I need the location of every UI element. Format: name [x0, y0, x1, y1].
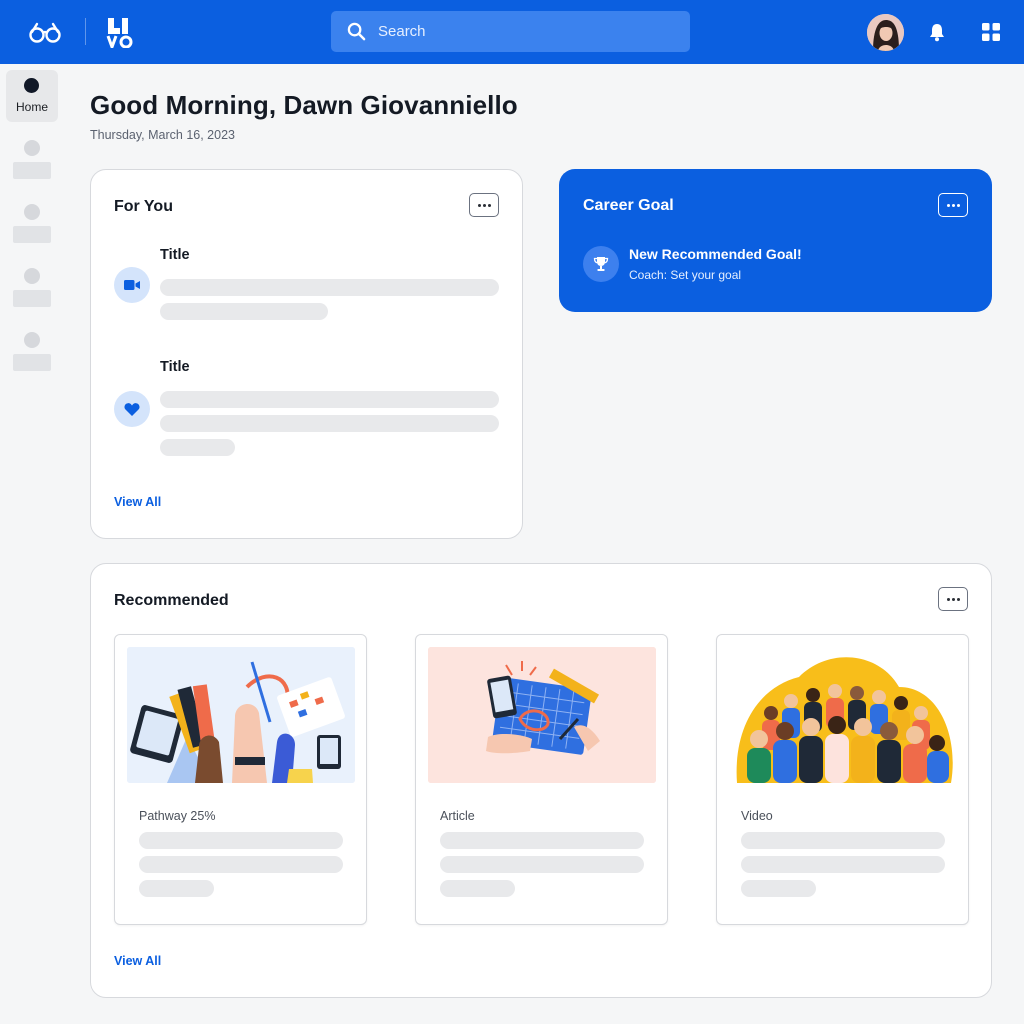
- page-date: Thursday, March 16, 2023: [90, 128, 235, 142]
- user-avatar[interactable]: [867, 14, 904, 51]
- career-goal-card: Career Goal New Recommended Goal! Coach:…: [559, 169, 992, 312]
- apps-grid-icon[interactable]: [982, 23, 1000, 41]
- for-you-title: For You: [114, 198, 173, 215]
- content-placeholder: [160, 439, 235, 456]
- for-you-more-button[interactable]: [469, 193, 499, 217]
- content-placeholder: [160, 391, 499, 408]
- glasses-logo-icon[interactable]: [28, 18, 62, 46]
- goal-title[interactable]: New Recommended Goal!: [629, 246, 802, 262]
- bell-icon[interactable]: [927, 22, 947, 42]
- search-icon: [347, 22, 366, 41]
- search-placeholder: Search: [378, 23, 426, 40]
- sidebar-item-home[interactable]: Home: [6, 70, 58, 122]
- pathway-illustration: [127, 647, 355, 783]
- content-placeholder: [139, 880, 214, 897]
- career-goal-title: Career Goal: [583, 197, 674, 214]
- content-placeholder: [160, 279, 499, 296]
- topbar-divider: [85, 18, 86, 45]
- video-camera-icon: [114, 267, 150, 303]
- recommended-more-button[interactable]: [938, 587, 968, 611]
- content-placeholder: [741, 832, 945, 849]
- recommended-title: Recommended: [114, 592, 229, 609]
- video-illustration: [729, 647, 957, 783]
- goal-subtitle: Coach: Set your goal: [629, 268, 742, 282]
- recommended-item-type: Pathway 25%: [139, 809, 216, 823]
- content-placeholder: [139, 856, 343, 873]
- for-you-item-title: Title: [160, 247, 190, 263]
- sidebar-item-placeholder[interactable]: [13, 268, 51, 307]
- for-you-view-all-link[interactable]: View All: [114, 495, 161, 509]
- for-you-card: For You Title Title View All: [90, 169, 523, 539]
- career-goal-more-button[interactable]: [938, 193, 968, 217]
- home-icon: [24, 78, 39, 93]
- recommended-card: Recommended Pathway 25% Article Video Vi…: [90, 563, 992, 998]
- recommended-item-type: Video: [741, 809, 773, 823]
- sidebar-item-label: Home: [15, 100, 48, 114]
- page-title: Good Morning, Dawn Giovanniello: [90, 90, 518, 120]
- search-input[interactable]: Search: [331, 11, 690, 52]
- live-logo-icon[interactable]: [106, 16, 138, 48]
- content-placeholder: [139, 832, 343, 849]
- content-placeholder: [440, 832, 644, 849]
- top-bar: Search: [0, 0, 1024, 64]
- content-placeholder: [160, 415, 499, 432]
- sidebar-item-placeholder[interactable]: [13, 332, 51, 371]
- content-placeholder: [440, 856, 644, 873]
- content-placeholder: [741, 880, 816, 897]
- recommended-item-pathway[interactable]: Pathway 25%: [114, 634, 367, 925]
- sidebar-item-placeholder[interactable]: [13, 140, 51, 179]
- recommended-view-all-link[interactable]: View All: [114, 954, 161, 968]
- heart-icon: [114, 391, 150, 427]
- content-placeholder: [440, 880, 515, 897]
- avatar-image: [867, 14, 904, 51]
- recommended-item-article[interactable]: Article: [415, 634, 668, 925]
- article-illustration: [428, 647, 656, 783]
- recommended-item-video[interactable]: Video: [716, 634, 969, 925]
- recommended-item-type: Article: [440, 809, 475, 823]
- content-placeholder: [160, 303, 328, 320]
- sidebar-item-placeholder[interactable]: [13, 204, 51, 243]
- content-placeholder: [741, 856, 945, 873]
- for-you-item-title: Title: [160, 359, 190, 375]
- trophy-icon: [583, 246, 619, 282]
